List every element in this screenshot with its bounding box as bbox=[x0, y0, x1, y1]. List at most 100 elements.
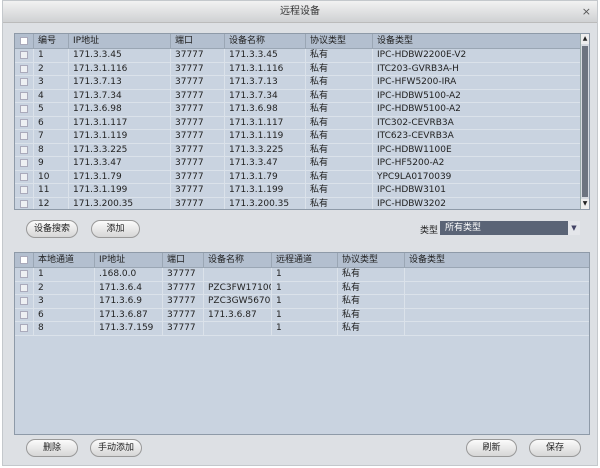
table-cell: 171.3.7.34 bbox=[69, 89, 171, 102]
table-cell: 1 bbox=[272, 281, 338, 294]
table-row[interactable]: 11 171.3.1.199 37777 171.3.1.199 私有 IPC-HDBW3… bbox=[15, 184, 589, 198]
table-row[interactable]: 8 171.3.3.225 37777 171.3.3.225 私有 IPC-HDBW11… bbox=[15, 143, 589, 157]
table-cell: 37777 bbox=[171, 76, 225, 89]
row-checkbox[interactable] bbox=[15, 197, 34, 209]
table-cell: IPC-HDBW2200E-V2 bbox=[373, 49, 581, 62]
device-search-button[interactable]: 设备搜索 bbox=[26, 220, 78, 238]
table-cell bbox=[405, 268, 589, 281]
table-cell: 37777 bbox=[171, 103, 225, 116]
row-checkbox[interactable] bbox=[15, 322, 34, 335]
manual-add-button[interactable]: 手动添加 bbox=[90, 439, 142, 457]
table-cell: 37777 bbox=[171, 62, 225, 75]
column-header: IP地址 bbox=[95, 253, 163, 267]
row-checkbox[interactable] bbox=[15, 103, 34, 116]
table-cell: 私有 bbox=[306, 103, 373, 116]
table-row[interactable]: 2171.3.6.437777PZC3FW17100···1私有 bbox=[15, 281, 589, 295]
scrollbar[interactable]: ▲ ▼ bbox=[580, 34, 589, 209]
device-search-table: 编号 IP地址 端口 设备名称 协议类型 设备类型 1 171.3.3.45 37777 171.… bbox=[14, 33, 590, 210]
column-header: 设备类型 bbox=[373, 34, 581, 48]
table-cell: 私有 bbox=[306, 143, 373, 156]
table-row[interactable]: 9 171.3.3.47 37777 171.3.3.47 私有 IPC-HF5200-A… bbox=[15, 157, 589, 171]
table-header-row: 本地通道 IP地址 端口 设备名称 远程通道 协议类型 设备类型 bbox=[15, 253, 589, 268]
column-header: 端口 bbox=[163, 253, 204, 267]
row-checkbox[interactable] bbox=[15, 295, 34, 308]
table-cell: IPC-HDBW1100E bbox=[373, 143, 581, 156]
table-cell: 171.3.1.199 bbox=[69, 184, 171, 197]
table-cell: 37777 bbox=[171, 143, 225, 156]
table-cell: 1 bbox=[34, 49, 69, 62]
table-cell bbox=[204, 268, 272, 281]
table-row[interactable]: 1 171.3.3.45 37777 171.3.3.45 私有 IPC-HDBW2200… bbox=[15, 49, 589, 63]
row-checkbox[interactable] bbox=[15, 62, 34, 75]
row-checkbox[interactable] bbox=[15, 76, 34, 89]
table-cell: 171.3.1.116 bbox=[69, 62, 171, 75]
table-cell: 37777 bbox=[171, 184, 225, 197]
table-row[interactable]: 7 171.3.1.119 37777 171.3.1.119 私有 ITC623-CEV… bbox=[15, 130, 589, 144]
row-checkbox[interactable] bbox=[15, 49, 34, 62]
row-checkbox[interactable] bbox=[15, 308, 34, 321]
table-cell: ITC203-GVRB3A-H bbox=[373, 62, 581, 75]
table-cell: 37777 bbox=[171, 157, 225, 170]
table-cell: 私有 bbox=[306, 157, 373, 170]
table-cell: PZC3FW17100··· bbox=[204, 281, 272, 294]
row-checkbox[interactable] bbox=[15, 89, 34, 102]
table-cell: 171.3.3.45 bbox=[225, 49, 306, 62]
save-button[interactable]: 保存 bbox=[529, 439, 581, 457]
added-device-table: 本地通道 IP地址 端口 设备名称 远程通道 协议类型 设备类型 1.168.0.0 37777… bbox=[14, 252, 590, 435]
row-checkbox[interactable] bbox=[15, 268, 34, 281]
table-cell: 37777 bbox=[171, 170, 225, 183]
table-header-row: 编号 IP地址 端口 设备名称 协议类型 设备类型 bbox=[15, 34, 589, 49]
table-row[interactable]: 1.168.0.0 37777 1 私有 bbox=[15, 268, 589, 282]
table-cell: IPC-HF5200-A2 bbox=[373, 157, 581, 170]
table-cell: 171.3.200.35 bbox=[69, 197, 171, 209]
table-cell: 私有 bbox=[338, 281, 405, 294]
table-cell: 37777 bbox=[163, 295, 204, 308]
select-all-checkbox[interactable] bbox=[15, 253, 34, 267]
column-header: 编号 bbox=[34, 34, 69, 48]
close-icon[interactable]: × bbox=[582, 1, 591, 23]
table-cell: 3 bbox=[34, 295, 95, 308]
table-row[interactable]: 6 171.3.6.87 37777 171.3.6.87 1 私有 bbox=[15, 308, 589, 322]
table-cell bbox=[405, 322, 589, 335]
type-select[interactable]: 所有类型 ▼ bbox=[440, 221, 580, 235]
table-cell: 10 bbox=[34, 170, 69, 183]
table-cell: 私有 bbox=[306, 76, 373, 89]
table-cell: 171.3.1.79 bbox=[69, 170, 171, 183]
table-row[interactable]: 8 171.3.7.159 37777 1 私有 bbox=[15, 322, 589, 336]
table-cell: 171.3.6.9 bbox=[95, 295, 163, 308]
row-checkbox[interactable] bbox=[15, 116, 34, 129]
table-cell: 171.3.200.35 bbox=[225, 197, 306, 209]
table-cell: 私有 bbox=[306, 197, 373, 209]
table-cell: 37777 bbox=[171, 197, 225, 209]
table-row[interactable]: 3 171.3.7.13 37777 171.3.7.13 私有 IPC-HFW5200-… bbox=[15, 76, 589, 90]
table-cell: 11 bbox=[34, 184, 69, 197]
table-cell: 37777 bbox=[171, 116, 225, 129]
row-checkbox[interactable] bbox=[15, 281, 34, 294]
table-row[interactable]: 5 171.3.6.98 37777 171.3.6.98 私有 IPC-HDBW5100… bbox=[15, 103, 589, 117]
table-cell: 37777 bbox=[163, 308, 204, 321]
table-cell: 私有 bbox=[306, 184, 373, 197]
delete-button[interactable]: 删除 bbox=[26, 439, 78, 457]
row-checkbox[interactable] bbox=[15, 157, 34, 170]
table-cell: 7 bbox=[34, 130, 69, 143]
row-checkbox[interactable] bbox=[15, 130, 34, 143]
row-checkbox[interactable] bbox=[15, 143, 34, 156]
row-checkbox[interactable] bbox=[15, 170, 34, 183]
table-cell: 私有 bbox=[338, 322, 405, 335]
table-row[interactable]: 3171.3.6.937777PZC3GW56700···1私有 bbox=[15, 295, 589, 309]
table-row[interactable]: 2 171.3.1.116 37777 171.3.1.116 私有 ITC203-GVR… bbox=[15, 62, 589, 76]
table-cell: IPC-HDBW3101 bbox=[373, 184, 581, 197]
table-cell: 私有 bbox=[306, 62, 373, 75]
table-row[interactable]: 12 171.3.200.35 37777 171.3.200.35 私有 IPC-HDB… bbox=[15, 197, 589, 209]
table-cell: 8 bbox=[34, 143, 69, 156]
chevron-down-icon[interactable]: ▼ bbox=[568, 221, 580, 235]
row-checkbox[interactable] bbox=[15, 184, 34, 197]
add-button[interactable]: 添加 bbox=[91, 220, 140, 238]
table-row[interactable]: 4 171.3.7.34 37777 171.3.7.34 私有 IPC-HDBW5100… bbox=[15, 89, 589, 103]
table-row[interactable]: 10 171.3.1.79 37777 171.3.1.79 私有 YPC9LA01700… bbox=[15, 170, 589, 184]
table-cell: 37777 bbox=[163, 281, 204, 294]
select-all-checkbox[interactable] bbox=[15, 34, 34, 48]
refresh-button[interactable]: 刷新 bbox=[466, 439, 517, 457]
table-row[interactable]: 6 171.3.1.117 37777 171.3.1.117 私有 ITC302-CEV… bbox=[15, 116, 589, 130]
column-header: 端口 bbox=[171, 34, 225, 48]
